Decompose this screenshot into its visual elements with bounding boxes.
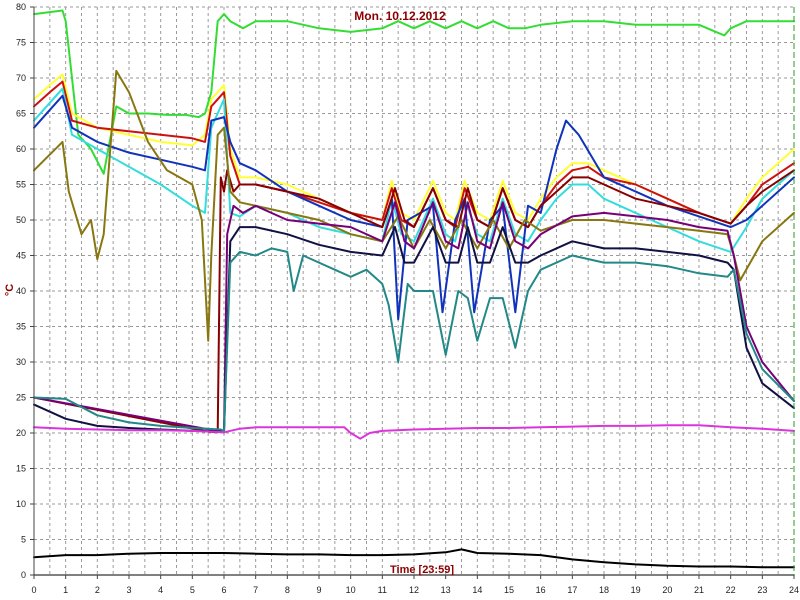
x-tick-label: 2 bbox=[95, 585, 100, 595]
x-tick-label: 18 bbox=[599, 585, 609, 595]
y-tick-label: 20 bbox=[16, 428, 26, 438]
y-tick-label: 10 bbox=[16, 499, 26, 509]
y-tick-label: 60 bbox=[16, 144, 26, 154]
y-tick-label: 75 bbox=[16, 38, 26, 48]
x-tick-label: 1 bbox=[63, 585, 68, 595]
y-tick-label: 70 bbox=[16, 73, 26, 83]
y-tick-label: 80 bbox=[16, 2, 26, 12]
x-tick-label: 17 bbox=[567, 585, 577, 595]
y-tick-label: 65 bbox=[16, 109, 26, 119]
y-tick-label: 5 bbox=[21, 535, 26, 545]
x-tick-label: 10 bbox=[346, 585, 356, 595]
x-axis-label: Time [23:59] bbox=[390, 564, 454, 576]
x-tick-label: 23 bbox=[757, 585, 767, 595]
line-chart: 0 1 2 3 4 5 6 7 8 9 10 11 12 13 14 15 16 17 18 19 20 21 22 23 24… bbox=[0, 0, 800, 600]
x-tick-label: 21 bbox=[694, 585, 704, 595]
y-tick-label: 40 bbox=[16, 286, 26, 296]
x-tick-label: 7 bbox=[253, 585, 258, 595]
y-tick-label: 45 bbox=[16, 251, 26, 261]
y-tick-label: 25 bbox=[16, 393, 26, 403]
x-tick-label: 22 bbox=[726, 585, 736, 595]
y-tick-label: 50 bbox=[16, 215, 26, 225]
x-tick-label: 12 bbox=[409, 585, 419, 595]
y-tick-label: 0 bbox=[21, 570, 26, 580]
x-tick-label: 14 bbox=[472, 585, 482, 595]
x-tick-label: 3 bbox=[126, 585, 131, 595]
y-tick-label: 55 bbox=[16, 180, 26, 190]
x-tick-label: 9 bbox=[316, 585, 321, 595]
x-tick-label: 8 bbox=[285, 585, 290, 595]
y-axis-label: °C bbox=[4, 284, 16, 296]
x-tick-label: 15 bbox=[504, 585, 514, 595]
x-tick-label: 6 bbox=[221, 585, 226, 595]
y-tick-label: 30 bbox=[16, 357, 26, 367]
chart-window: 0 1 2 3 4 5 6 7 8 9 10 11 12 13 14 15 16 17 18 19 20 21 22 23 24… bbox=[0, 0, 800, 600]
x-tick-label: 11 bbox=[378, 585, 387, 595]
x-tick-label: 24 bbox=[789, 585, 799, 595]
x-tick-label: 19 bbox=[631, 585, 641, 595]
x-tick-label: 5 bbox=[190, 585, 195, 595]
x-tick-label: 4 bbox=[158, 585, 163, 595]
x-tick-label: 13 bbox=[441, 585, 451, 595]
y-tick-label: 35 bbox=[16, 322, 26, 332]
y-tick-label: 15 bbox=[16, 464, 26, 474]
chart-title: Mon. 10.12.2012 bbox=[354, 9, 446, 23]
x-tick-label: 20 bbox=[662, 585, 672, 595]
x-tick-label: 0 bbox=[31, 585, 36, 595]
x-tick-label: 16 bbox=[536, 585, 546, 595]
